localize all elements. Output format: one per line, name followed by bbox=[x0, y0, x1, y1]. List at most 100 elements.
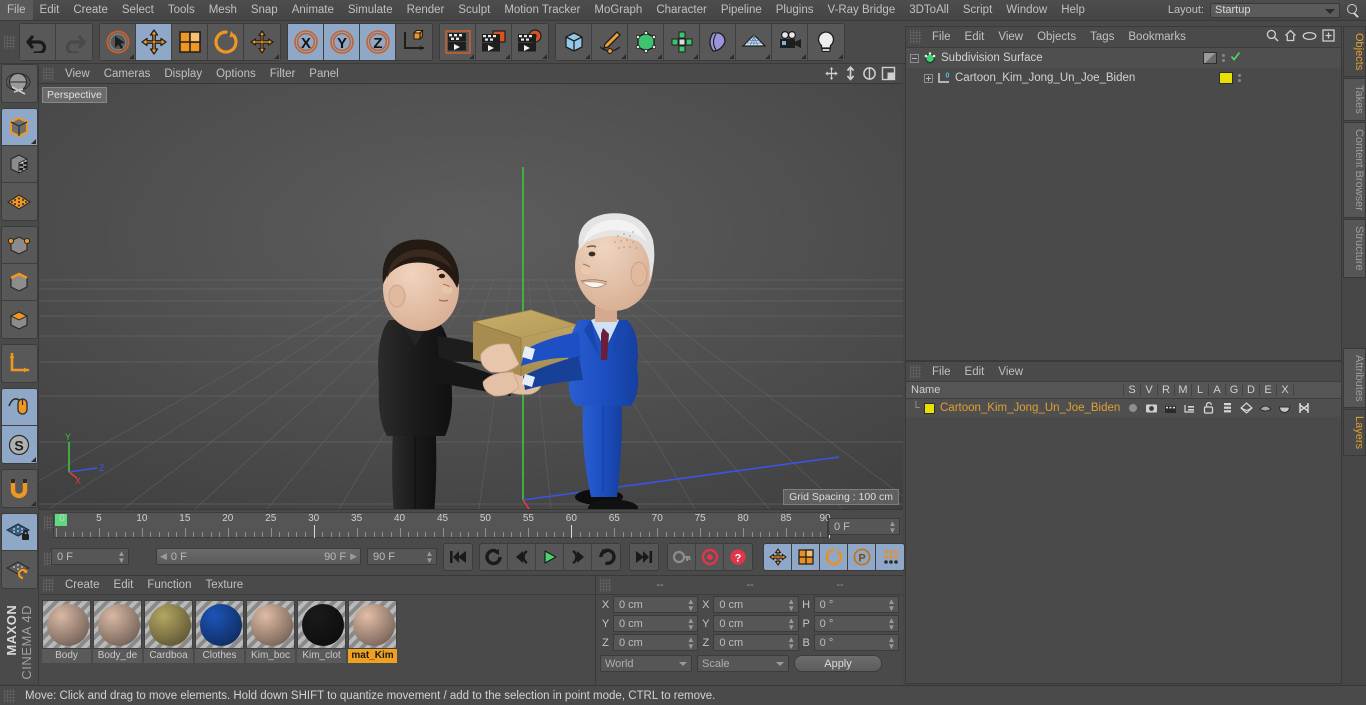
solo-dot-icon[interactable] bbox=[1124, 402, 1141, 414]
material-menu-create[interactable]: Create bbox=[58, 575, 107, 595]
subdivision-surface-button[interactable] bbox=[628, 24, 664, 60]
menu-tools[interactable]: Tools bbox=[161, 0, 202, 20]
coordinate-mode-dropdown[interactable]: Scale bbox=[697, 655, 789, 672]
material-preview[interactable] bbox=[42, 600, 91, 649]
object-menu-bookmarks[interactable]: Bookmarks bbox=[1121, 27, 1193, 47]
menu-snap[interactable]: Snap bbox=[244, 0, 285, 20]
spinner-icon[interactable]: ▲ ▼ bbox=[787, 597, 796, 612]
layer-column-s[interactable]: S bbox=[1124, 384, 1141, 396]
undo-button[interactable] bbox=[20, 24, 56, 60]
timeline-ruler[interactable]: 0 5 10 15 20 25 30 35 40 45 50 55 60 65 70 75 80 85 90 bbox=[53, 512, 831, 538]
layer-color-swatch[interactable] bbox=[924, 402, 935, 414]
material-preview[interactable] bbox=[195, 600, 244, 649]
material-gripper[interactable] bbox=[43, 578, 54, 592]
make-editable-button[interactable] bbox=[1, 65, 37, 102]
size-y-field[interactable]: 0 cm ▲ ▼ bbox=[713, 615, 799, 632]
goto-end-button[interactable] bbox=[629, 543, 659, 571]
spline-pen-button[interactable] bbox=[592, 24, 628, 60]
xref-icon[interactable] bbox=[1295, 402, 1312, 414]
viewport-gripper[interactable] bbox=[43, 66, 54, 81]
redo-button[interactable] bbox=[56, 24, 92, 60]
menu-simulate[interactable]: Simulate bbox=[341, 0, 400, 20]
layer-column-m[interactable]: M bbox=[1175, 384, 1192, 396]
layer-column-r[interactable]: R bbox=[1158, 384, 1175, 396]
scale-key-toggle[interactable] bbox=[792, 544, 820, 570]
edge-mode-button[interactable] bbox=[1, 264, 37, 301]
ruler-frame-field[interactable]: 0 F ▲ ▼ bbox=[828, 518, 900, 535]
maximize-view-icon[interactable] bbox=[880, 66, 897, 82]
menu-sculpt[interactable]: Sculpt bbox=[451, 0, 497, 20]
material-item[interactable]: mat_Kim bbox=[348, 600, 397, 663]
position-z-field[interactable]: 0 cm ▲ ▼ bbox=[613, 634, 699, 651]
menu-vray-bridge[interactable]: V-Ray Bridge bbox=[820, 0, 902, 20]
object-menu-edit[interactable]: Edit bbox=[958, 27, 992, 47]
live-selection-tool[interactable] bbox=[100, 24, 136, 60]
rotation-key-toggle[interactable] bbox=[820, 544, 848, 570]
menu-window[interactable]: Window bbox=[999, 0, 1054, 20]
keyframe-selection-button[interactable]: ? bbox=[724, 544, 752, 570]
object-menu-view[interactable]: View bbox=[991, 27, 1030, 47]
generator-icon[interactable] bbox=[1238, 402, 1255, 414]
spinner-icon[interactable]: ▲ ▼ bbox=[887, 635, 896, 650]
material-preview[interactable] bbox=[348, 600, 397, 649]
layer-column-name[interactable]: Name bbox=[906, 384, 1124, 396]
material-item[interactable]: Cardboa bbox=[144, 600, 193, 663]
tab-objects[interactable]: Objects bbox=[1343, 26, 1366, 78]
camera-button[interactable] bbox=[772, 24, 808, 60]
enable-snapping-button[interactable]: S bbox=[1, 426, 37, 463]
cube-primitive-button[interactable] bbox=[556, 24, 592, 60]
spinner-icon[interactable]: ▲ ▼ bbox=[887, 597, 896, 612]
material-menu-texture[interactable]: Texture bbox=[198, 575, 250, 595]
object-tree-row[interactable]: Subdivision Surface bbox=[906, 48, 1341, 68]
new-layout-icon[interactable] bbox=[1322, 29, 1335, 45]
layer-column-e[interactable]: E bbox=[1260, 384, 1277, 396]
menu-render[interactable]: Render bbox=[400, 0, 452, 20]
coordinates-gripper[interactable] bbox=[600, 578, 611, 592]
spinner-icon[interactable]: ▲ ▼ bbox=[686, 597, 695, 612]
collapse-icon[interactable] bbox=[910, 53, 919, 63]
menu-select[interactable]: Select bbox=[115, 0, 161, 20]
spinner-icon[interactable]: ▲ ▼ bbox=[787, 635, 796, 650]
play-forwards-button[interactable] bbox=[536, 544, 564, 570]
floor-environment-button[interactable] bbox=[736, 24, 772, 60]
object-gripper[interactable] bbox=[910, 30, 921, 44]
pan-view-icon[interactable] bbox=[823, 66, 840, 82]
spinner-icon[interactable]: ▲ ▼ bbox=[117, 549, 126, 564]
spinner-icon[interactable]: ▲ ▼ bbox=[686, 616, 695, 631]
material-menu-function[interactable]: Function bbox=[140, 575, 198, 595]
viewport-menu-view[interactable]: View bbox=[58, 64, 97, 84]
material-menu-edit[interactable]: Edit bbox=[107, 575, 141, 595]
spinner-icon[interactable]: ▲ ▼ bbox=[425, 549, 434, 564]
coordinate-system-dropdown[interactable]: World bbox=[600, 655, 692, 672]
viewport-menu-options[interactable]: Options bbox=[209, 64, 263, 84]
menu-motion-tracker[interactable]: Motion Tracker bbox=[497, 0, 587, 20]
visibility-dots-icon[interactable] bbox=[1238, 74, 1241, 82]
menu-3dtoall[interactable]: 3DToAll bbox=[902, 0, 956, 20]
loop-button[interactable] bbox=[592, 544, 620, 570]
tab-content-browser[interactable]: Content Browser bbox=[1343, 122, 1366, 218]
viewport-menu-cameras[interactable]: Cameras bbox=[97, 64, 158, 84]
menu-animate[interactable]: Animate bbox=[285, 0, 341, 20]
object-tree-row[interactable]: 0 Cartoon_Kim_Jong_Un_Joe_Biden bbox=[906, 68, 1341, 88]
search-icon[interactable] bbox=[1266, 29, 1279, 45]
model-mode-button[interactable] bbox=[1, 109, 37, 146]
layer-column-d[interactable]: D bbox=[1243, 384, 1260, 396]
menu-mesh[interactable]: Mesh bbox=[202, 0, 244, 20]
render-picture-viewer-button[interactable] bbox=[476, 24, 512, 60]
range-left-arrow-icon[interactable]: ◀ bbox=[160, 551, 167, 562]
enable-axis-modification-button[interactable] bbox=[1, 345, 37, 382]
manager-icon[interactable] bbox=[1181, 403, 1198, 414]
move-axis-tool[interactable] bbox=[244, 24, 280, 60]
apply-button[interactable]: Apply bbox=[794, 655, 882, 672]
previous-frame-button[interactable] bbox=[508, 544, 536, 570]
layer-menu-view[interactable]: View bbox=[991, 362, 1030, 382]
light-button[interactable] bbox=[808, 24, 844, 60]
position-key-toggle[interactable] bbox=[764, 544, 792, 570]
layout-dropdown[interactable]: Startup bbox=[1210, 2, 1340, 18]
layer-column-a[interactable]: A bbox=[1209, 384, 1226, 396]
lock-workplane-button[interactable] bbox=[1, 514, 37, 551]
material-preview[interactable] bbox=[93, 600, 142, 649]
planar-workplane-button[interactable] bbox=[1, 551, 37, 588]
viewport-menu-display[interactable]: Display bbox=[157, 64, 209, 84]
rotate-tool[interactable] bbox=[208, 24, 244, 60]
